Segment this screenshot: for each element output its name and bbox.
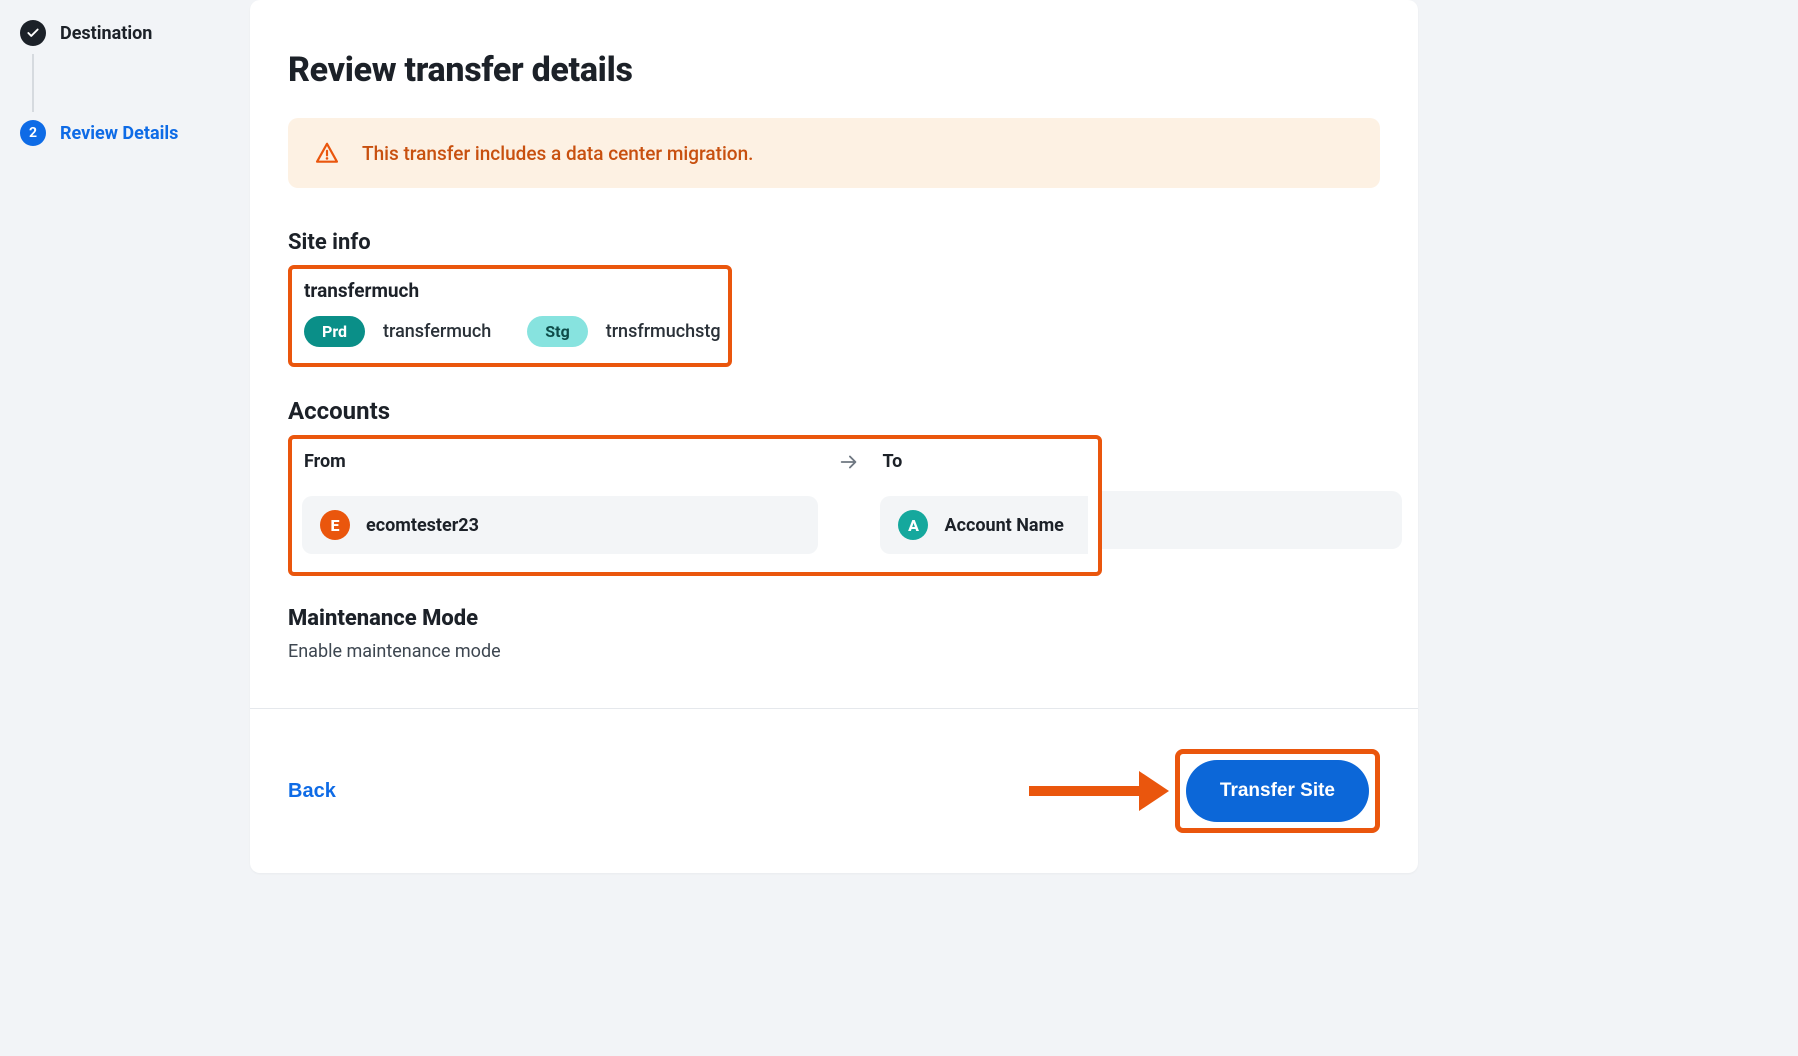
step-connector xyxy=(32,54,34,112)
wizard-stepper: Destination 2 Review Details xyxy=(0,0,250,166)
accounts-wrapper: From E ecomtester23 To xyxy=(288,435,1380,576)
env-badge-prd: Prd xyxy=(304,316,365,347)
siteinfo-highlight: transfermuch Prd transfermuch Stg trnsfr… xyxy=(288,265,732,367)
check-circle-icon xyxy=(20,20,46,46)
accounts-highlight: From E ecomtester23 To xyxy=(288,435,1102,576)
step-review-details[interactable]: 2 Review Details xyxy=(20,120,240,146)
to-label: To xyxy=(882,451,1088,472)
step-number-icon: 2 xyxy=(20,120,46,146)
maintenance-heading: Maintenance Mode xyxy=(288,606,1380,631)
from-account-avatar: E xyxy=(320,510,350,540)
to-chip-overflow xyxy=(1102,491,1402,549)
arrow-right-icon xyxy=(838,451,860,473)
maintenance-text: Enable maintenance mode xyxy=(288,641,1380,662)
env-name-prd: transfermuch xyxy=(383,321,491,342)
to-account-avatar: A xyxy=(898,510,928,540)
to-account-name: Account Name xyxy=(944,515,1063,536)
from-account-name: ecomtester23 xyxy=(366,515,479,536)
transfer-site-button[interactable]: Transfer Site xyxy=(1186,760,1369,822)
step-destination-label: Destination xyxy=(60,23,152,44)
step-review-label: Review Details xyxy=(60,123,178,144)
accounts-heading: Accounts xyxy=(288,397,1380,425)
review-card: Review transfer details This transfer in… xyxy=(250,0,1418,873)
to-account-chip: A Account Name xyxy=(880,496,1088,554)
page-title: Review transfer details xyxy=(288,50,1380,90)
annotation-arrow-icon xyxy=(1029,771,1169,811)
from-label: From xyxy=(304,451,818,472)
migration-warning-banner: This transfer includes a data center mig… xyxy=(288,118,1380,188)
back-button[interactable]: Back xyxy=(288,780,336,803)
cta-highlight: Transfer Site xyxy=(1175,749,1380,833)
env-badge-stg: Stg xyxy=(527,316,587,347)
warning-text: This transfer includes a data center mig… xyxy=(362,142,753,165)
site-name: transfermuch xyxy=(304,279,720,302)
card-footer: Back Transfer Site xyxy=(250,708,1418,873)
from-account-chip: E ecomtester23 xyxy=(302,496,818,554)
siteinfo-heading: Site info xyxy=(288,230,1380,255)
warning-icon xyxy=(314,140,340,166)
env-name-stg: trnsfrmuchstg xyxy=(606,321,721,342)
step-destination[interactable]: Destination xyxy=(20,20,240,46)
